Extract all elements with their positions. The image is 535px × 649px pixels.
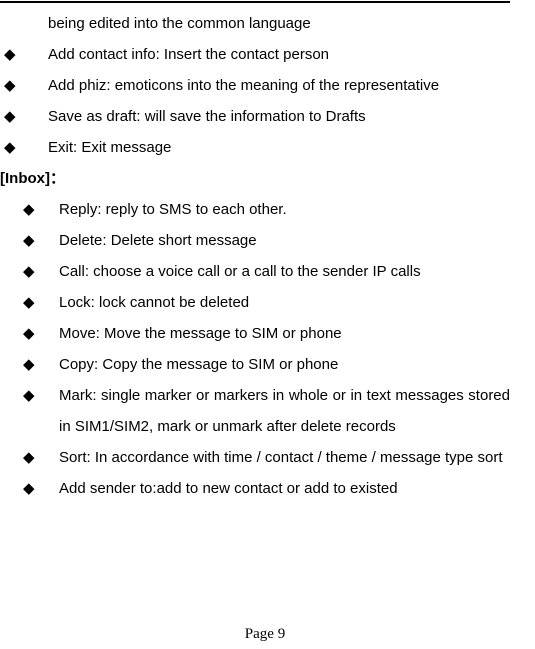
document-page: being edited into the common language ◆ … — [0, 0, 535, 649]
diamond-bullet-icon: ◆ — [23, 355, 35, 373]
list-item-label: Add contact info: Insert the contact per… — [48, 46, 330, 63]
page-content: being edited into the common language ◆ … — [0, 8, 535, 504]
list-item-label: Mark: single marker or markers in whole … — [59, 387, 510, 435]
list-item-label: Save as draft: will save the information… — [48, 108, 366, 125]
list-item: ◆ Mark: single marker or markers in whol… — [0, 380, 510, 442]
list-item: ◆ Save as draft: will save the informati… — [0, 101, 510, 132]
header-rule — [0, 1, 510, 3]
diamond-bullet-icon: ◆ — [4, 138, 16, 156]
list-item-label: Call: choose a voice call or a call to t… — [59, 263, 421, 280]
inbox-options-list: ◆ Reply: reply to SMS to each other. ◆ D… — [0, 194, 535, 504]
list-item-label: Sort: In accordance with time / contact … — [59, 449, 503, 466]
list-item: ◆ Lock: lock cannot be deleted — [0, 287, 510, 318]
list-item: ◆ Sort: In accordance with time / contac… — [0, 442, 510, 473]
diamond-bullet-icon: ◆ — [23, 324, 35, 342]
list-item: ◆ Call: choose a voice call or a call to… — [0, 256, 510, 287]
diamond-bullet-icon: ◆ — [23, 479, 35, 497]
diamond-bullet-icon: ◆ — [23, 262, 35, 280]
list-item-label: Add phiz: emoticons into the meaning of … — [48, 77, 440, 94]
diamond-bullet-icon: ◆ — [23, 200, 35, 218]
list-item-label: Exit: Exit message — [48, 139, 172, 156]
list-item-label: Copy: Copy the message to SIM or phone — [59, 356, 339, 373]
diamond-bullet-icon: ◆ — [23, 231, 35, 249]
diamond-bullet-icon: ◆ — [23, 386, 35, 404]
diamond-bullet-icon: ◆ — [4, 107, 16, 125]
list-item: ◆ Move: Move the message to SIM or phone — [0, 318, 510, 349]
compose-options-list: ◆ Add contact info: Insert the contact p… — [0, 39, 535, 163]
diamond-bullet-icon: ◆ — [23, 448, 35, 466]
list-item-label: Add sender to:add to new contact or add … — [59, 480, 398, 497]
list-item: ◆ Copy: Copy the message to SIM or phone — [0, 349, 510, 380]
list-item-label: Delete: Delete short message — [59, 232, 257, 249]
continuation-line: being edited into the common language — [48, 15, 311, 32]
page-footer: Page 9 — [244, 626, 286, 642]
diamond-bullet-icon: ◆ — [4, 76, 16, 94]
diamond-bullet-icon: ◆ — [4, 45, 16, 63]
list-item: ◆ Delete: Delete short message — [0, 225, 510, 256]
list-item-label: Lock: lock cannot be deleted — [59, 294, 250, 311]
list-item: ◆ Add phiz: emoticons into the meaning o… — [0, 70, 510, 101]
list-item: ◆ Add sender to:add to new contact or ad… — [0, 473, 510, 504]
diamond-bullet-icon: ◆ — [23, 293, 35, 311]
list-item: ◆ Add contact info: Insert the contact p… — [0, 39, 510, 70]
list-item: ◆ Exit: Exit message — [0, 132, 510, 163]
section-heading-inbox: [Inbox]： — [0, 170, 65, 187]
list-item-label: Move: Move the message to SIM or phone — [59, 325, 342, 342]
list-item: ◆ Reply: reply to SMS to each other. — [0, 194, 510, 225]
list-item-label: Reply: reply to SMS to each other. — [59, 201, 287, 218]
